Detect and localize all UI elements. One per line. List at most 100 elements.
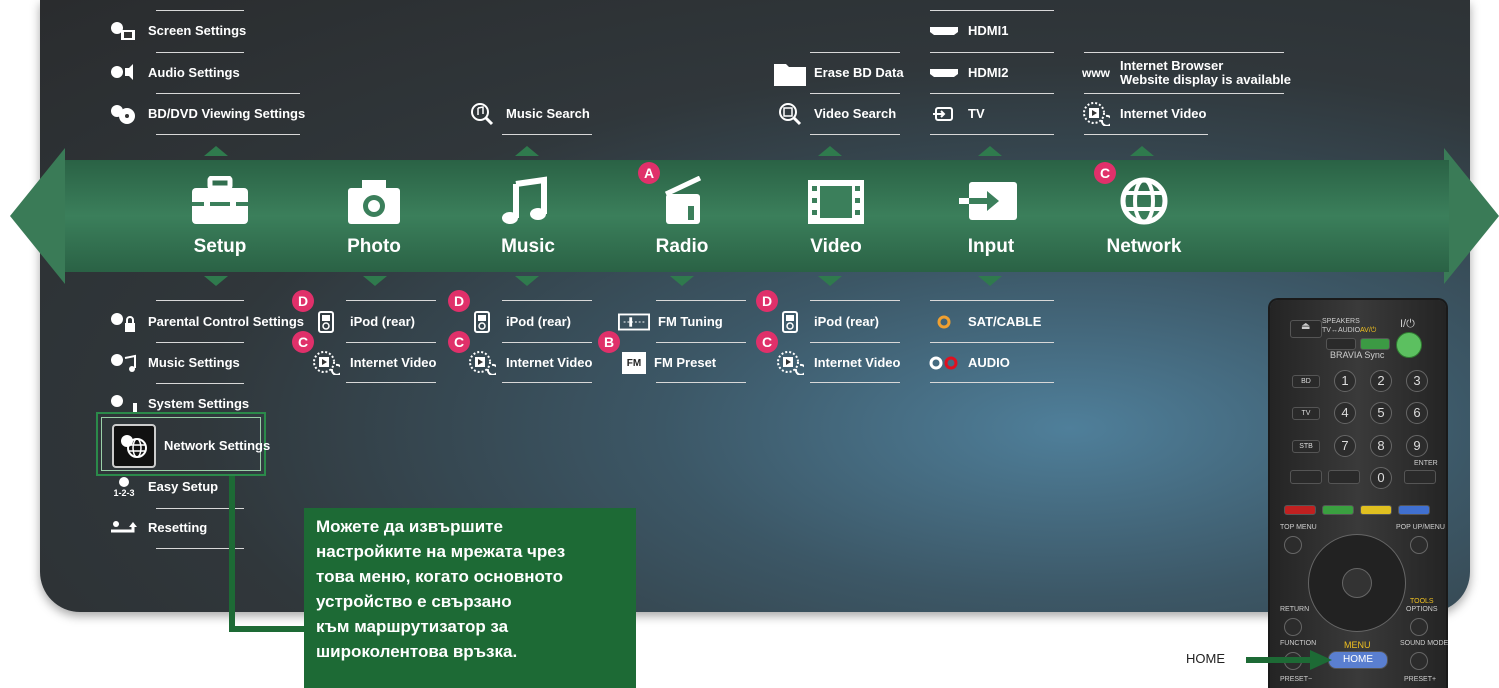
input-icon xyxy=(959,182,1017,220)
network-settings-icon xyxy=(112,424,156,468)
menu-item-fm-preset[interactable]: FM FM Preset xyxy=(618,343,716,383)
badge-network: C xyxy=(1094,162,1116,184)
options-button[interactable] xyxy=(1410,618,1428,636)
digit-7-button[interactable]: 7 xyxy=(1334,435,1356,457)
menu-item-hdmi2[interactable]: HDMI2 xyxy=(928,53,1008,93)
digit-6-button[interactable]: 6 xyxy=(1406,402,1428,424)
internet-video-icon xyxy=(1080,102,1112,126)
badge-photo-ipod: D xyxy=(292,290,314,312)
down-arrow-music xyxy=(515,276,539,286)
menu-item-hdmi1[interactable]: HDMI1 xyxy=(928,11,1008,51)
menu-item-easy-setup[interactable]: 1-2-3 Easy Setup xyxy=(108,467,218,507)
menu-item-music-ipod[interactable]: iPod (rear) xyxy=(466,302,571,342)
up-arrow-input xyxy=(978,146,1002,156)
menu-item-photo-ipod[interactable]: iPod (rear) xyxy=(310,302,415,342)
menu-item-audio-settings[interactable]: Audio Settings xyxy=(108,53,240,93)
scroll-left-arrow[interactable] xyxy=(10,148,65,284)
menu-item-video-ipod[interactable]: iPod (rear) xyxy=(774,302,879,342)
down-arrow-photo xyxy=(363,276,387,286)
digit-1-button[interactable]: 1 xyxy=(1334,370,1356,392)
internet-video-icon xyxy=(310,351,342,375)
camera-icon xyxy=(348,180,400,224)
speakers-button[interactable] xyxy=(1326,338,1356,350)
category-network[interactable]: Network xyxy=(1079,176,1209,258)
tv-input-icon xyxy=(928,102,960,126)
menu-item-network-settings[interactable]: Network Settings xyxy=(108,424,270,468)
film-icon xyxy=(808,180,864,224)
menu-item-music-search[interactable]: Music Search xyxy=(466,94,590,134)
category-music[interactable]: Music xyxy=(463,176,593,258)
menu-item-internet-browser[interactable]: www Internet Browser Website display is a… xyxy=(1080,53,1291,93)
enter-button[interactable] xyxy=(1404,470,1436,484)
teletext-button[interactable] xyxy=(1328,470,1360,484)
digit-0-button[interactable]: 0 xyxy=(1370,467,1392,489)
power-button[interactable] xyxy=(1396,332,1422,358)
top-menu-button[interactable] xyxy=(1284,536,1302,554)
menu-item-screen-settings[interactable]: Screen Settings xyxy=(108,11,246,51)
category-setup[interactable]: Setup xyxy=(155,176,285,258)
hdmi-icon xyxy=(928,61,960,85)
radio-icon xyxy=(664,176,702,224)
digit-9-button[interactable]: 9 xyxy=(1406,435,1428,457)
easy-setup-icon: 1-2-3 xyxy=(108,475,140,499)
www-icon: www xyxy=(1081,66,1110,80)
bd-button[interactable]: BD xyxy=(1292,375,1320,388)
av-power-button[interactable] xyxy=(1360,338,1390,350)
menu-item-bd-dvd-viewing-settings[interactable]: BD/DVD Viewing Settings xyxy=(108,94,305,134)
menu-item-network-internet-video[interactable]: Internet Video xyxy=(1080,94,1206,134)
digit-8-button[interactable]: 8 xyxy=(1370,435,1392,457)
home-button[interactable]: HOME xyxy=(1328,651,1388,669)
fm-preset-icon: FM xyxy=(622,352,646,374)
menu-item-photo-internet-video[interactable]: Internet Video xyxy=(310,343,436,383)
menu-item-audio[interactable]: AUDIO xyxy=(928,343,1010,383)
internet-video-icon xyxy=(774,351,806,375)
internet-video-icon xyxy=(466,351,498,375)
folder-icon xyxy=(774,61,806,86)
category-input[interactable]: Input xyxy=(926,176,1056,258)
menu-item-fm-tuning[interactable]: FM Tuning xyxy=(618,302,723,342)
music-search-icon xyxy=(466,102,498,126)
menu-item-music-internet-video[interactable]: Internet Video xyxy=(466,343,592,383)
callout-connector-horizontal xyxy=(229,626,305,632)
eject-button[interactable]: ⏏ xyxy=(1290,320,1322,338)
popup-menu-button[interactable] xyxy=(1410,536,1428,554)
callout-connector-vertical xyxy=(229,476,235,630)
blue-button[interactable] xyxy=(1398,505,1430,515)
category-radio[interactable]: Radio xyxy=(617,176,747,258)
up-arrow-video xyxy=(818,146,842,156)
digit-4-button[interactable]: 4 xyxy=(1334,402,1356,424)
stb-button[interactable]: STB xyxy=(1292,440,1320,453)
scroll-right-arrow[interactable] xyxy=(1444,148,1499,284)
menu-item-parental-control-settings[interactable]: Parental Control Settings xyxy=(108,302,304,342)
green-button[interactable] xyxy=(1322,505,1354,515)
menu-item-sat-cable[interactable]: SAT/CABLE xyxy=(928,302,1041,342)
return-button[interactable] xyxy=(1284,618,1302,636)
menu-item-tv[interactable]: TV xyxy=(928,94,985,134)
tv-button[interactable]: TV xyxy=(1292,407,1320,420)
badge-fm-preset: B xyxy=(598,331,620,353)
menu-item-video-search[interactable]: Video Search xyxy=(774,94,896,134)
category-photo[interactable]: Photo xyxy=(309,176,439,258)
menu-item-video-internet-video[interactable]: Internet Video xyxy=(774,343,900,383)
toolbox-icon xyxy=(192,176,248,224)
fm-tuning-icon xyxy=(618,310,650,334)
video-search-icon xyxy=(774,102,806,126)
red-button[interactable] xyxy=(1284,505,1316,515)
menu-item-resetting[interactable]: Resetting xyxy=(108,508,207,548)
badge-radio: A xyxy=(638,162,660,184)
digit-3-button[interactable]: 3 xyxy=(1406,370,1428,392)
dpad-center-button[interactable] xyxy=(1342,568,1372,598)
music-note-icon xyxy=(502,176,547,224)
menu-item-music-settings[interactable]: Music Settings xyxy=(108,343,240,383)
composite-jack-icon xyxy=(928,310,960,334)
music-settings-icon xyxy=(108,351,140,375)
down-arrow-radio xyxy=(670,276,694,286)
menu-item-erase-bd-data[interactable]: Erase BD Data xyxy=(774,53,904,93)
digit-2-button[interactable]: 2 xyxy=(1370,370,1392,392)
yellow-button[interactable] xyxy=(1360,505,1392,515)
sound-mode-button[interactable] xyxy=(1410,652,1428,670)
category-video[interactable]: Video xyxy=(771,176,901,258)
category-label: Photo xyxy=(347,236,401,257)
favorite-button[interactable] xyxy=(1290,470,1322,484)
digit-5-button[interactable]: 5 xyxy=(1370,402,1392,424)
